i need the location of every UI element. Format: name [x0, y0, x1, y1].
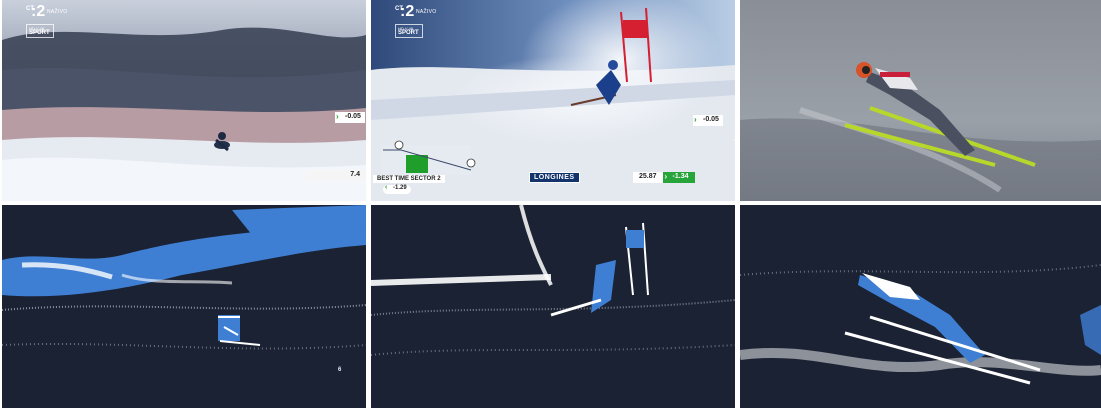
edge-map-giant-slalom	[371, 205, 735, 408]
speed-readout: 7.4	[306, 170, 366, 181]
residual-text: 6	[338, 367, 342, 373]
giant-slalom-scene	[371, 0, 735, 201]
speed-value: 7.4	[350, 171, 360, 178]
live-label: NAŽIVO	[47, 9, 68, 15]
sport-badge: HD V 4K SPORT	[26, 24, 54, 38]
gain-value: -0.05	[345, 113, 361, 120]
run-time: 25.87	[633, 172, 663, 183]
edge-map-downhill: 6	[2, 205, 366, 408]
run-time-box: 25.87 › -1.34	[633, 172, 695, 183]
live-label: NAŽIVO	[416, 9, 437, 15]
sport-label: SPORT	[398, 30, 419, 36]
chevron-left-icon: ‹	[385, 184, 388, 191]
edge-map-downhill-graphic	[2, 205, 366, 408]
sector-diff-value: -1.29	[393, 185, 407, 191]
channel-number-value: 2	[36, 3, 46, 20]
run-diff: › -1.34	[662, 172, 695, 183]
frame-giant-slalom: CT :2 NAŽIVO HD V 4K SPORT › -0.05 BEST …	[371, 0, 735, 201]
channel-number: :2	[400, 3, 415, 20]
gain-indicator: › -0.05	[693, 115, 723, 126]
sport-badge: HD V 4K SPORT	[395, 24, 423, 38]
edge-map-giant-slalom-graphic	[371, 205, 735, 408]
edge-map-ski-jumper	[740, 205, 1101, 408]
channel-number-value: 2	[405, 3, 415, 20]
ski-jump-scene	[740, 0, 1101, 201]
gain-value: -0.05	[703, 116, 719, 123]
edge-map-ski-jumper-graphic	[740, 205, 1101, 408]
chevron-right-icon: ›	[664, 172, 668, 181]
sector-diff-badge: ‹ -1.29	[383, 184, 411, 194]
chevron-right-icon: ›	[336, 112, 339, 121]
frame-downhill-skier: CT :2 NAŽIVO HD V 4K SPORT › -0.05 7.4	[2, 0, 366, 201]
run-diff-value: -1.34	[672, 173, 689, 180]
sector-label: BEST TIME SECTOR 2	[373, 175, 445, 183]
gain-indicator: › -0.05	[335, 112, 365, 123]
sport-label: SPORT	[29, 30, 50, 36]
chevron-right-icon: ›	[694, 115, 697, 124]
channel-number: :2	[31, 3, 46, 20]
sponsor-logo: LONGINES	[529, 172, 580, 183]
frame-ski-jumper	[740, 0, 1101, 201]
